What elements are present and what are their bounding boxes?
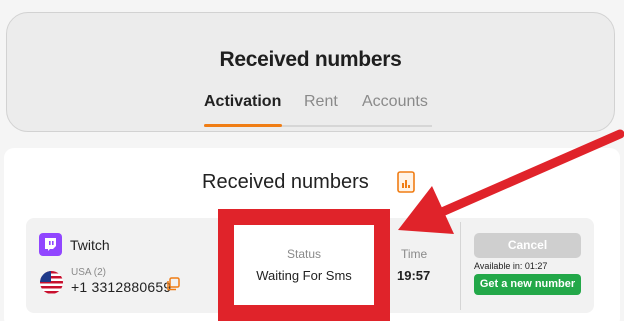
- tab-activation[interactable]: Activation: [204, 93, 281, 111]
- time-label: Time: [401, 247, 428, 261]
- available-time: 01:27: [524, 261, 548, 271]
- status-highlight: [218, 209, 390, 321]
- tab-accounts[interactable]: Accounts: [362, 93, 428, 111]
- usa-flag-icon: [40, 271, 63, 294]
- page-title: Received numbers: [219, 48, 402, 71]
- country-label: USA (2): [71, 267, 107, 278]
- copy-icon[interactable]: [166, 277, 180, 291]
- section-title: Received numbers: [202, 171, 369, 193]
- time-value: 19:57: [397, 268, 431, 283]
- available-label: Available in:: [474, 261, 523, 271]
- arrow-annotation: [398, 129, 624, 234]
- available-in: Available in: 01:27: [474, 261, 547, 271]
- status-value: Waiting For Sms: [256, 268, 352, 283]
- received-numbers-header: Received numbers Activation Rent Account…: [6, 12, 615, 132]
- status-label: Status: [286, 247, 322, 261]
- active-tab-indicator: [204, 124, 282, 127]
- tab-bar: Activation Rent Accounts: [204, 93, 432, 127]
- service-name: Twitch: [70, 237, 110, 253]
- twitch-icon: [39, 233, 62, 256]
- phone-number: +1 3312880659: [71, 279, 172, 295]
- get-new-number-button[interactable]: Get a new number: [474, 274, 581, 295]
- tab-rent[interactable]: Rent: [304, 93, 338, 111]
